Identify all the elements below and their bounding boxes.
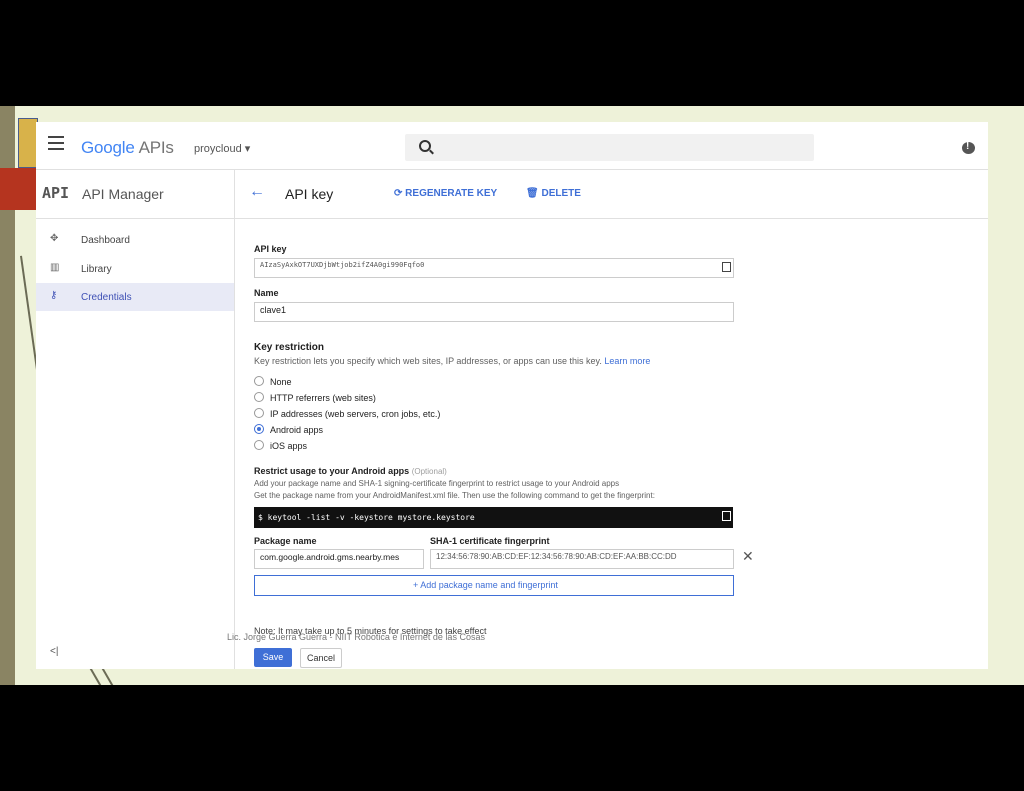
radio-ios-apps[interactable]	[254, 440, 264, 450]
save-button[interactable]: Save	[254, 648, 292, 667]
logo-apis-text: APIs	[138, 138, 174, 157]
sidebar-title: API Manager	[82, 186, 164, 202]
copy-icon[interactable]	[722, 262, 731, 272]
google-apis-logo[interactable]: Google APIs	[81, 138, 174, 158]
add-package-label: + Add package name and fingerprint	[413, 580, 558, 590]
restriction-desc-text: Key restriction lets you specify which w…	[254, 356, 602, 366]
android-description-1: Add your package name and SHA-1 signing-…	[254, 479, 620, 488]
api-icon: API	[42, 184, 70, 202]
delete-label: DELETE	[541, 188, 581, 199]
browser-screenshot: GoogleAPIs proycloud ▾ API API Manager ✥…	[36, 122, 988, 669]
keytool-command-block: $ keytool -list -v -keystore mystore.key…	[254, 507, 733, 528]
logo-google-text: Google	[81, 138, 135, 157]
package-name-label: Package name	[254, 536, 317, 546]
api-key-value: AIzaSyAxkOT7UXDjbWtjob2ifZ4A0gi990Fqfo0	[260, 261, 425, 269]
slide-red-accent	[0, 168, 37, 210]
hamburger-menu-icon[interactable]	[48, 136, 64, 150]
api-key-label: API key	[254, 244, 287, 254]
radio-label-http: HTTP referrers (web sites)	[270, 393, 376, 403]
optional-tag: (Optional)	[411, 467, 447, 476]
sidebar-item-credentials[interactable]: ⚷ Credentials	[36, 283, 234, 311]
android-restrict-title: Restrict usage to your Android apps (Opt…	[254, 466, 447, 476]
sha1-input[interactable]: 12:34:56:78:90:AB:CD:EF:12:34:56:78:90:A…	[430, 549, 734, 569]
radio-label-android: Android apps	[270, 425, 324, 435]
keytool-command: $ keytool -list -v -keystore mystore.key…	[258, 513, 475, 522]
sidebar-item-label: Dashboard	[81, 235, 130, 246]
delete-button[interactable]: 🗑 DELETE	[526, 188, 581, 199]
slide-footer: Lic. Jorge Guerra Guerra - NIIT Robotica…	[227, 632, 485, 642]
regenerate-label: REGENERATE KEY	[405, 188, 498, 199]
key-restriction-description: Key restriction lets you specify which w…	[254, 356, 650, 366]
package-name-value: com.google.android.gms.nearby.mes	[260, 552, 400, 562]
sidebar: API API Manager ✥ Dashboard ▥ Library ⚷ …	[36, 170, 235, 669]
top-bar: Google APIs proycloud ▾	[36, 122, 988, 170]
sha1-label: SHA-1 certificate fingerprint	[430, 536, 550, 546]
library-icon: ▥	[50, 262, 60, 273]
content-header: ← API key ⟳ REGENERATE KEY 🗑 DELETE	[235, 170, 988, 219]
radio-android-apps[interactable]	[254, 424, 264, 434]
radio-label-ios: iOS apps	[270, 441, 308, 451]
android-title-text: Restrict usage to your Android apps	[254, 466, 410, 476]
add-package-button[interactable]: + Add package name and fingerprint	[254, 575, 734, 596]
regenerate-key-button[interactable]: ⟳ REGENERATE KEY	[394, 188, 497, 199]
sidebar-item-label: Library	[81, 264, 112, 275]
sidebar-header: API API Manager	[36, 170, 234, 219]
collapse-sidebar-button[interactable]: <|	[50, 646, 58, 657]
remove-icon[interactable]: ✕	[742, 548, 754, 565]
key-icon: ⚷	[50, 290, 58, 301]
sha1-value: 12:34:56:78:90:AB:CD:EF:12:34:56:78:90:A…	[436, 552, 677, 561]
main-content: API key AIzaSyAxkOT7UXDjbWtjob2ifZ4A0gi9…	[254, 218, 954, 669]
dashboard-icon: ✥	[50, 233, 59, 244]
search-icon	[419, 140, 431, 152]
notification-icon[interactable]	[962, 141, 975, 154]
radio-none[interactable]	[254, 376, 264, 386]
sidebar-item-library[interactable]: ▥ Library	[36, 255, 234, 283]
learn-more-link[interactable]: Learn more	[604, 356, 650, 366]
name-field[interactable]: clave1	[254, 302, 734, 322]
radio-http-referrers[interactable]	[254, 392, 264, 402]
android-description-2: Get the package name from your AndroidMa…	[254, 491, 655, 500]
back-arrow-icon[interactable]: ←	[249, 183, 265, 201]
name-value: clave1	[260, 305, 287, 315]
api-key-field[interactable]: AIzaSyAxkOT7UXDjbWtjob2ifZ4A0gi990Fqfo0	[254, 258, 734, 278]
radio-label-none: None	[270, 377, 292, 387]
radio-ip-addresses[interactable]	[254, 408, 264, 418]
cancel-button[interactable]: Cancel	[300, 648, 342, 668]
search-bar[interactable]	[405, 134, 814, 161]
copy-command-icon[interactable]	[722, 511, 731, 521]
sidebar-item-label: Credentials	[81, 292, 132, 303]
radio-label-ip: IP addresses (web servers, cron jobs, et…	[270, 409, 441, 419]
slide-logo	[18, 118, 38, 168]
sidebar-item-dashboard[interactable]: ✥ Dashboard	[36, 226, 234, 254]
name-label: Name	[254, 288, 279, 298]
page-title: API key	[285, 186, 334, 202]
package-name-input[interactable]: com.google.android.gms.nearby.mes	[254, 549, 424, 569]
key-restriction-title: Key restriction	[254, 342, 325, 353]
project-selector[interactable]: proycloud ▾	[194, 142, 250, 155]
